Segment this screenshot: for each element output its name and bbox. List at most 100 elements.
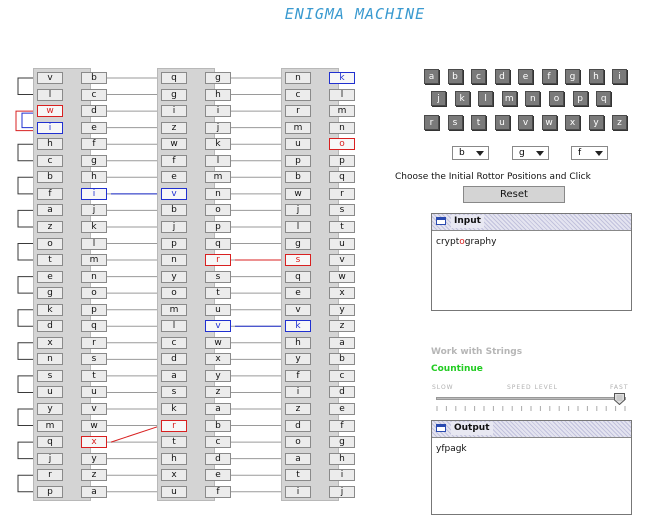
reflector-right-letter: h	[81, 171, 107, 184]
key-f[interactable]: f	[541, 69, 557, 84]
reflector-left-letter: y	[37, 403, 63, 415]
rotor-2-right-letter: z	[329, 320, 355, 333]
key-z[interactable]: z	[612, 115, 627, 130]
rotor-1-right-letter: y	[205, 369, 231, 382]
speed-slider-ticks	[436, 406, 626, 411]
reflector-left-letter: j	[37, 452, 63, 465]
chevron-down-icon	[476, 151, 484, 156]
input-window: Input cryptography	[431, 213, 632, 311]
output-text-area: yfpagk	[436, 444, 467, 454]
key-r[interactable]: r	[424, 115, 439, 130]
rotor-2-left-letter: u	[285, 138, 311, 151]
reflector-left-letter: b	[37, 171, 63, 184]
work-with-strings-label[interactable]: Work with Strings	[431, 347, 522, 357]
key-t[interactable]: t	[471, 115, 486, 130]
rotor-1-right-letter: m	[205, 171, 231, 184]
key-s[interactable]: s	[447, 115, 463, 130]
rotor-1-left-letter: f	[161, 154, 187, 167]
rotor-1-left-letter: q	[161, 72, 187, 84]
speed-slider-thumb[interactable]	[614, 393, 625, 405]
rotor-1-right-letter: u	[205, 303, 231, 316]
input-text-area[interactable]: cryptography	[432, 231, 631, 253]
key-m[interactable]: m	[501, 91, 517, 106]
key-c[interactable]: c	[471, 69, 486, 84]
reflector-left-letter: z	[37, 220, 63, 233]
rotor-2-left-letter: i	[285, 386, 311, 399]
input-text-after: graphy	[464, 237, 497, 247]
rotor-2-left-letter: d	[285, 419, 311, 432]
rotor-2-left-letter: k	[285, 320, 311, 333]
input-title-bar: Input	[432, 214, 631, 231]
rotor-2-right-letter: d	[329, 386, 355, 399]
reflector-right-letter: t	[81, 369, 107, 382]
rotor-2-left-letter: p	[285, 154, 311, 167]
continue-button[interactable]: Countinue	[431, 364, 483, 374]
rotor-2-right-letter: b	[329, 353, 355, 366]
speed-fast-label: FAST	[610, 384, 629, 391]
rotor-1-right-letter: e	[205, 469, 231, 482]
rotor-2-left-letter: j	[285, 204, 311, 217]
key-b[interactable]: b	[447, 69, 463, 84]
key-w[interactable]: w	[541, 115, 557, 130]
key-u[interactable]: u	[494, 115, 510, 130]
rotor-2-right-letter: k	[329, 72, 355, 84]
rotor-2-right-letter: j	[329, 485, 355, 498]
reflector-left-letter: l	[37, 88, 63, 101]
rotor-1-right-letter: q	[205, 237, 231, 250]
rotor-2-right-letter: l	[329, 88, 355, 101]
key-o[interactable]: o	[549, 91, 564, 106]
rotor-1-left-letter: l	[161, 320, 187, 333]
key-a[interactable]: a	[424, 69, 439, 84]
rotor-2-right-letter: t	[329, 220, 355, 233]
key-n[interactable]: n	[525, 91, 541, 106]
reflector-left-letter: t	[37, 254, 63, 267]
rotor-2-right-letter: v	[329, 254, 355, 267]
rotor-2-right-letter: g	[329, 436, 355, 449]
rotor-1-left-letter: u	[161, 485, 187, 498]
key-e[interactable]: e	[518, 69, 533, 84]
key-l[interactable]: l	[478, 91, 494, 106]
reset-button[interactable]: Reset	[463, 186, 565, 203]
key-j[interactable]: j	[431, 91, 446, 106]
key-x[interactable]: x	[565, 115, 580, 130]
key-i[interactable]: i	[612, 69, 627, 84]
reflector-left-letter: q	[37, 436, 63, 449]
speed-slider-track[interactable]	[436, 397, 626, 400]
rotor-2-right-letter: q	[329, 171, 355, 184]
rotor-1-right-letter: o	[205, 204, 231, 217]
rotor-1-left-letter: w	[161, 138, 187, 151]
rotor-1-right-letter: t	[205, 287, 231, 300]
reflector-left-letter: p	[37, 485, 63, 498]
rotor-2-left-letter: e	[285, 287, 311, 300]
reflector-left-letter: o	[37, 237, 63, 250]
reflector-left-letter: g	[37, 287, 63, 300]
reflector-right-letter: x	[81, 436, 107, 449]
rotor-1-right-letter: z	[205, 386, 231, 399]
key-h[interactable]: h	[588, 69, 604, 84]
key-g[interactable]: g	[565, 69, 580, 84]
reflector-left-letter: h	[37, 138, 63, 151]
key-v[interactable]: v	[518, 115, 533, 130]
rotor-2-select[interactable]: g	[512, 146, 549, 160]
rotor-1-left-letter: h	[161, 452, 187, 465]
rotor-1-left-letter: c	[161, 336, 187, 349]
key-q[interactable]: q	[596, 91, 612, 106]
rotor-3-select[interactable]: f	[571, 146, 608, 160]
reflector-right-letter: c	[81, 88, 107, 101]
rotor-1-left-letter: x	[161, 469, 187, 482]
key-p[interactable]: p	[572, 91, 588, 106]
rotor-1-select[interactable]: b	[452, 146, 489, 160]
reflector-left-letter: i	[37, 121, 63, 134]
rotor-2-right-letter: y	[329, 303, 355, 316]
rotor-2-right-letter: h	[329, 452, 355, 465]
key-y[interactable]: y	[588, 115, 604, 130]
reflector-left-letter: x	[37, 336, 63, 349]
key-k[interactable]: k	[454, 91, 470, 106]
rotor-2-right-letter: w	[329, 270, 355, 283]
key-d[interactable]: d	[494, 69, 510, 84]
reflector-right-letter: k	[81, 220, 107, 233]
reflector-left-letter: u	[37, 386, 63, 399]
rotor-2-right-letter: e	[329, 403, 355, 415]
rotor-2-left-letter: a	[285, 452, 311, 465]
speed-level-label: SPEED LEVEL	[507, 384, 558, 391]
